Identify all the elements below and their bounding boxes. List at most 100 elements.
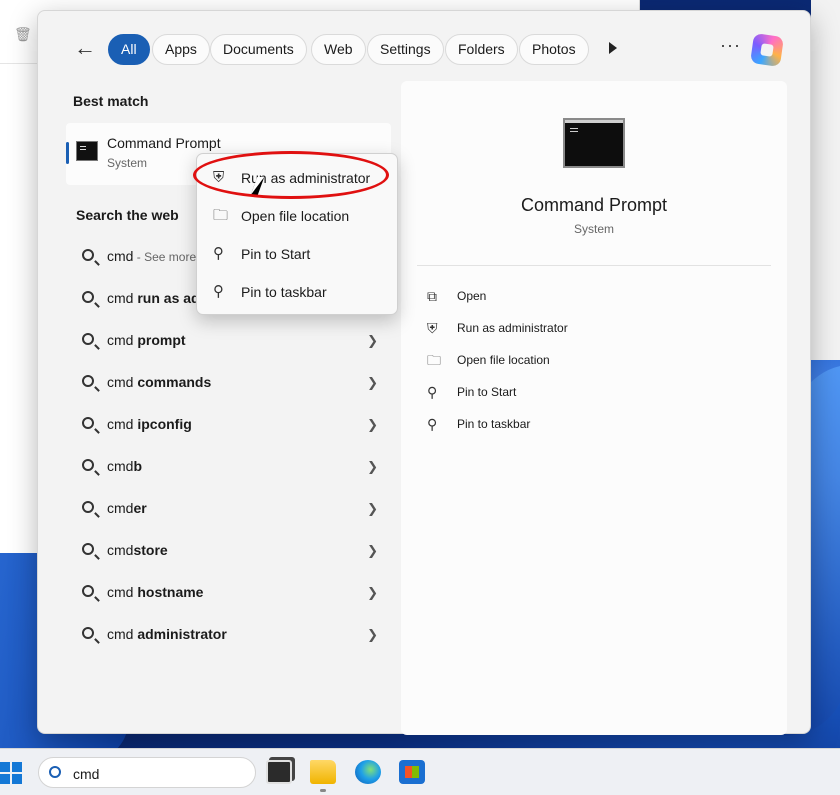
pin-icon: ⚲ [427, 384, 438, 400]
edge-browser-icon[interactable] [355, 760, 381, 784]
preview-divider [417, 265, 771, 266]
trash-icon: 🗑 [14, 26, 32, 42]
copilot-icon[interactable] [750, 33, 784, 67]
ctx-label: Pin to Start [241, 246, 311, 262]
web-result-item[interactable]: cmd prompt ❯ [66, 321, 386, 363]
web-result-bold: b [133, 458, 143, 474]
task-view-icon[interactable] [266, 760, 292, 784]
selection-accent [66, 142, 69, 164]
more-filters-play-icon[interactable] [609, 42, 617, 54]
web-result-bold: store [133, 542, 168, 558]
chevron-right-icon[interactable]: ❯ [367, 585, 378, 601]
web-result-prefix: cmd [107, 332, 138, 348]
search-icon [82, 249, 94, 261]
action-label: Open file location [457, 353, 550, 367]
filter-folders[interactable]: Folders [445, 34, 518, 65]
action-label: Run as administrator [457, 321, 568, 335]
web-result-item[interactable]: cmd commands ❯ [66, 363, 386, 405]
context-menu: ⛨ Run as administrator 🗀 Open file locat… [196, 153, 398, 315]
web-result-text: cmd commands [107, 374, 211, 390]
web-result-text: cmd administrator [107, 626, 227, 642]
filter-photos[interactable]: Photos [519, 34, 589, 65]
taskbar [0, 748, 840, 795]
web-result-bold: administrator [137, 626, 227, 642]
web-result-text: cmdb [107, 458, 142, 474]
web-result-text: cmd ipconfig [107, 416, 192, 432]
chevron-right-icon[interactable]: ❯ [367, 375, 378, 391]
web-result-prefix: cmd [107, 290, 138, 306]
web-result-prefix: cmd [107, 500, 134, 516]
ctx-label: Open file location [241, 208, 350, 224]
ctx-pin-to-taskbar[interactable]: ⚲ Pin to taskbar [197, 273, 397, 311]
ctx-run-as-admin[interactable]: ⛨ Run as administrator [197, 159, 397, 197]
search-icon [82, 459, 94, 471]
command-prompt-large-icon [563, 118, 625, 168]
web-result-item[interactable]: cmdb ❯ [66, 447, 386, 489]
filter-apps[interactable]: Apps [152, 34, 210, 65]
web-result-item[interactable]: cmdstore ❯ [66, 531, 386, 573]
web-result-bold: prompt [137, 332, 186, 348]
filter-settings[interactable]: Settings [367, 34, 444, 65]
taskbar-search-input[interactable] [73, 764, 243, 784]
search-icon [82, 501, 94, 513]
shield-icon: ⛨ [427, 320, 438, 336]
search-web-heading: Search the web [76, 207, 179, 223]
web-result-prefix: cmd [107, 248, 134, 264]
web-result-bold: hostname [137, 584, 204, 600]
chevron-right-icon[interactable]: ❯ [367, 501, 378, 517]
preview-title: Command Prompt [520, 195, 668, 215]
best-match-title: Command Prompt [107, 135, 221, 151]
chevron-right-icon[interactable]: ❯ [367, 333, 378, 349]
search-icon [82, 627, 94, 639]
pin-icon: ⚲ [427, 416, 438, 432]
web-result-text: cmd hostname [107, 584, 203, 600]
web-result-item[interactable]: cmd administrator ❯ [66, 615, 386, 657]
file-explorer-icon[interactable] [310, 760, 336, 784]
background-right-panel [811, 0, 840, 360]
windows-start-icon[interactable] [0, 762, 22, 784]
web-result-prefix: cmd [107, 584, 138, 600]
chevron-right-icon[interactable]: ❯ [367, 543, 378, 559]
web-result-prefix: cmd [107, 374, 138, 390]
web-result-bold: er [133, 500, 147, 516]
folder-icon: 🗀 [213, 207, 229, 224]
web-result-item[interactable]: cmd ipconfig ❯ [66, 405, 386, 447]
web-result-text: cmd prompt [107, 332, 186, 348]
web-result-prefix: cmd [107, 416, 138, 432]
search-icon [82, 585, 94, 597]
best-match-heading: Best match [73, 93, 149, 109]
web-result-bold: commands [137, 374, 212, 390]
taskbar-search-box[interactable] [38, 757, 256, 788]
search-icon [82, 333, 94, 345]
ctx-open-file-location[interactable]: 🗀 Open file location [197, 197, 397, 235]
more-options-icon[interactable]: ··· [720, 35, 741, 56]
web-result-bold: ipconfig [137, 416, 192, 432]
microsoft-store-icon[interactable] [399, 760, 425, 784]
web-result-text: cmder [107, 500, 147, 516]
pin-icon: ⚲ [213, 283, 224, 300]
web-result-prefix: cmd [107, 458, 134, 474]
action-label: Open [457, 289, 487, 303]
action-label: Pin to taskbar [457, 417, 531, 431]
filter-documents[interactable]: Documents [210, 34, 307, 65]
preview-subtitle: System [573, 222, 614, 236]
filter-all[interactable]: All [108, 34, 150, 65]
start-search-panel: ← All Apps Documents Web Settings Folder… [37, 10, 811, 735]
running-indicator [320, 789, 326, 792]
web-result-item[interactable]: cmder ❯ [66, 489, 386, 531]
chevron-right-icon[interactable]: ❯ [367, 417, 378, 433]
open-external-icon: ⧉ [427, 288, 437, 304]
search-icon [82, 417, 94, 429]
chevron-right-icon[interactable]: ❯ [367, 627, 378, 643]
search-icon [49, 766, 61, 778]
search-icon [82, 375, 94, 387]
preview-pane: Command Prompt System ⧉ Open ⛨ Run as ad… [401, 81, 787, 735]
chevron-right-icon[interactable]: ❯ [367, 459, 378, 475]
command-prompt-icon [76, 141, 98, 161]
ctx-pin-to-start[interactable]: ⚲ Pin to Start [197, 235, 397, 273]
back-arrow-icon[interactable]: ← [74, 37, 98, 61]
search-icon [82, 291, 94, 303]
filter-web[interactable]: Web [311, 34, 366, 65]
filter-bar: ← All Apps Documents Web Settings Folder… [38, 11, 810, 81]
web-result-item[interactable]: cmd hostname ❯ [66, 573, 386, 615]
